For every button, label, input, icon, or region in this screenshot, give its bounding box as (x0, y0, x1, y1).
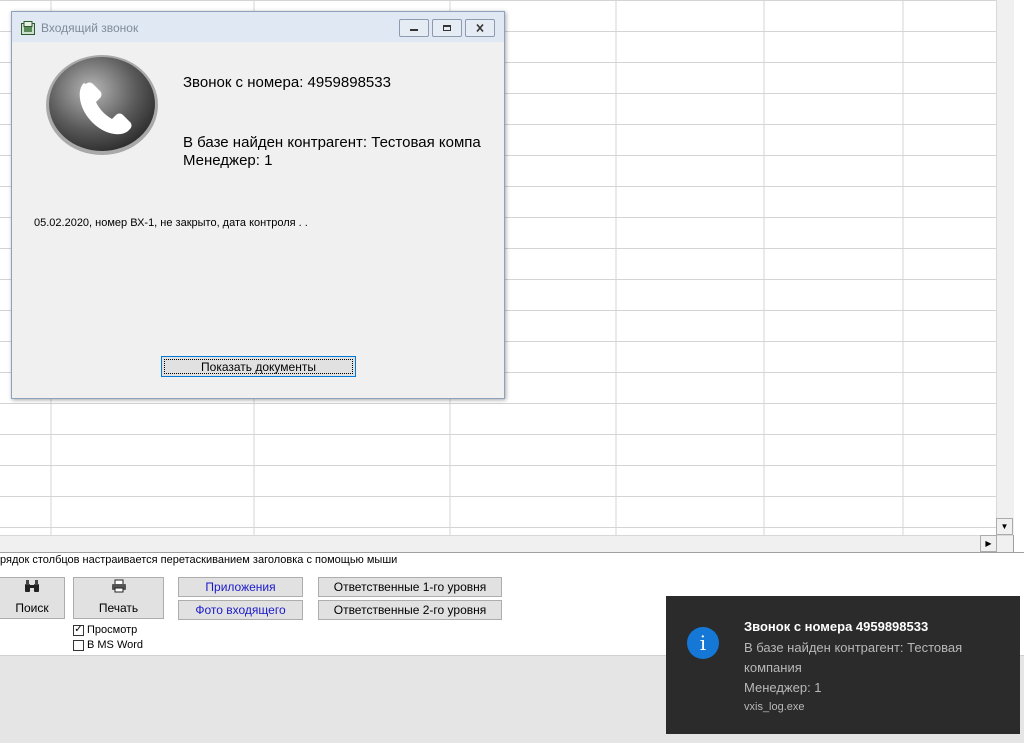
vertical-scrollbar[interactable] (996, 0, 1014, 535)
incoming-call-dialog: Входящий звонок Звонок с номера: 4959898… (11, 11, 505, 399)
caller-number-text: Звонок с номера: 4959898533 (183, 74, 391, 91)
print-button[interactable]: Печать (73, 577, 164, 619)
print-button-label: Печать (98, 601, 139, 615)
close-icon[interactable] (465, 19, 495, 37)
scroll-right-arrow-icon[interactable]: ▶ (980, 535, 997, 552)
incoming-photo-button[interactable]: Фото входящего (178, 600, 303, 620)
search-button-label: Поиск (15, 601, 49, 615)
toast-title: Звонок с номера 4959898533 (744, 619, 929, 634)
record-info-text[interactable]: 05.02.2020, номер ВХ-1, не закрыто, дата… (34, 217, 308, 229)
binoculars-icon (24, 579, 40, 596)
preview-checkbox-row[interactable]: ✓ Просмотр (73, 624, 137, 636)
printer-icon (111, 579, 127, 596)
scroll-down-arrow-icon[interactable]: ▼ (996, 518, 1013, 535)
dialog-title: Входящий звонок (41, 21, 139, 35)
phone-handset-icon (46, 55, 158, 155)
ms-word-checkbox-row[interactable]: В MS Word (73, 639, 143, 651)
minimize-icon[interactable] (399, 19, 429, 37)
toast-body-line: компания (744, 660, 802, 675)
toast-body-line: В базе найден контрагент: Тестовая (744, 640, 963, 655)
preview-label: Просмотр (87, 624, 138, 636)
responsible-level1-button[interactable]: Ответственные 1-го уровня (318, 577, 502, 597)
ms-word-label: В MS Word (87, 639, 144, 651)
horizontal-scrollbar[interactable] (0, 535, 1013, 553)
search-button[interactable]: Поиск (0, 577, 65, 619)
preview-checkbox[interactable]: ✓ (73, 624, 84, 636)
ms-word-checkbox[interactable] (73, 639, 84, 651)
app-window-icon (21, 21, 35, 35)
column-order-hint: рядок столбцов настраивается перетаскива… (0, 554, 398, 566)
responsible-level2-button[interactable]: Ответственные 2-го уровня (318, 600, 502, 620)
toast-body-line: Менеджер: 1 (744, 680, 822, 695)
dialog-titlebar[interactable]: Входящий звонок (12, 12, 504, 42)
restore-icon[interactable] (432, 19, 462, 37)
toast-app-name: vxis_log.exe (744, 701, 805, 713)
dialog-body: Звонок с номера: 4959898533 В базе найде… (20, 42, 496, 392)
toast-notification[interactable]: i Звонок с номера 4959898533 В базе найд… (666, 596, 1020, 734)
toast-body: В базе найден контрагент: Тестовая компа… (744, 638, 1006, 698)
window-right-edge (1013, 0, 1024, 553)
show-documents-button[interactable]: Показать документы (161, 356, 356, 377)
info-icon: i (687, 627, 719, 659)
attachments-button[interactable]: Приложения (178, 577, 303, 597)
manager-text: Менеджер: 1 (183, 152, 273, 169)
contractor-found-text: В базе найден контрагент: Тестовая компа (183, 134, 481, 151)
